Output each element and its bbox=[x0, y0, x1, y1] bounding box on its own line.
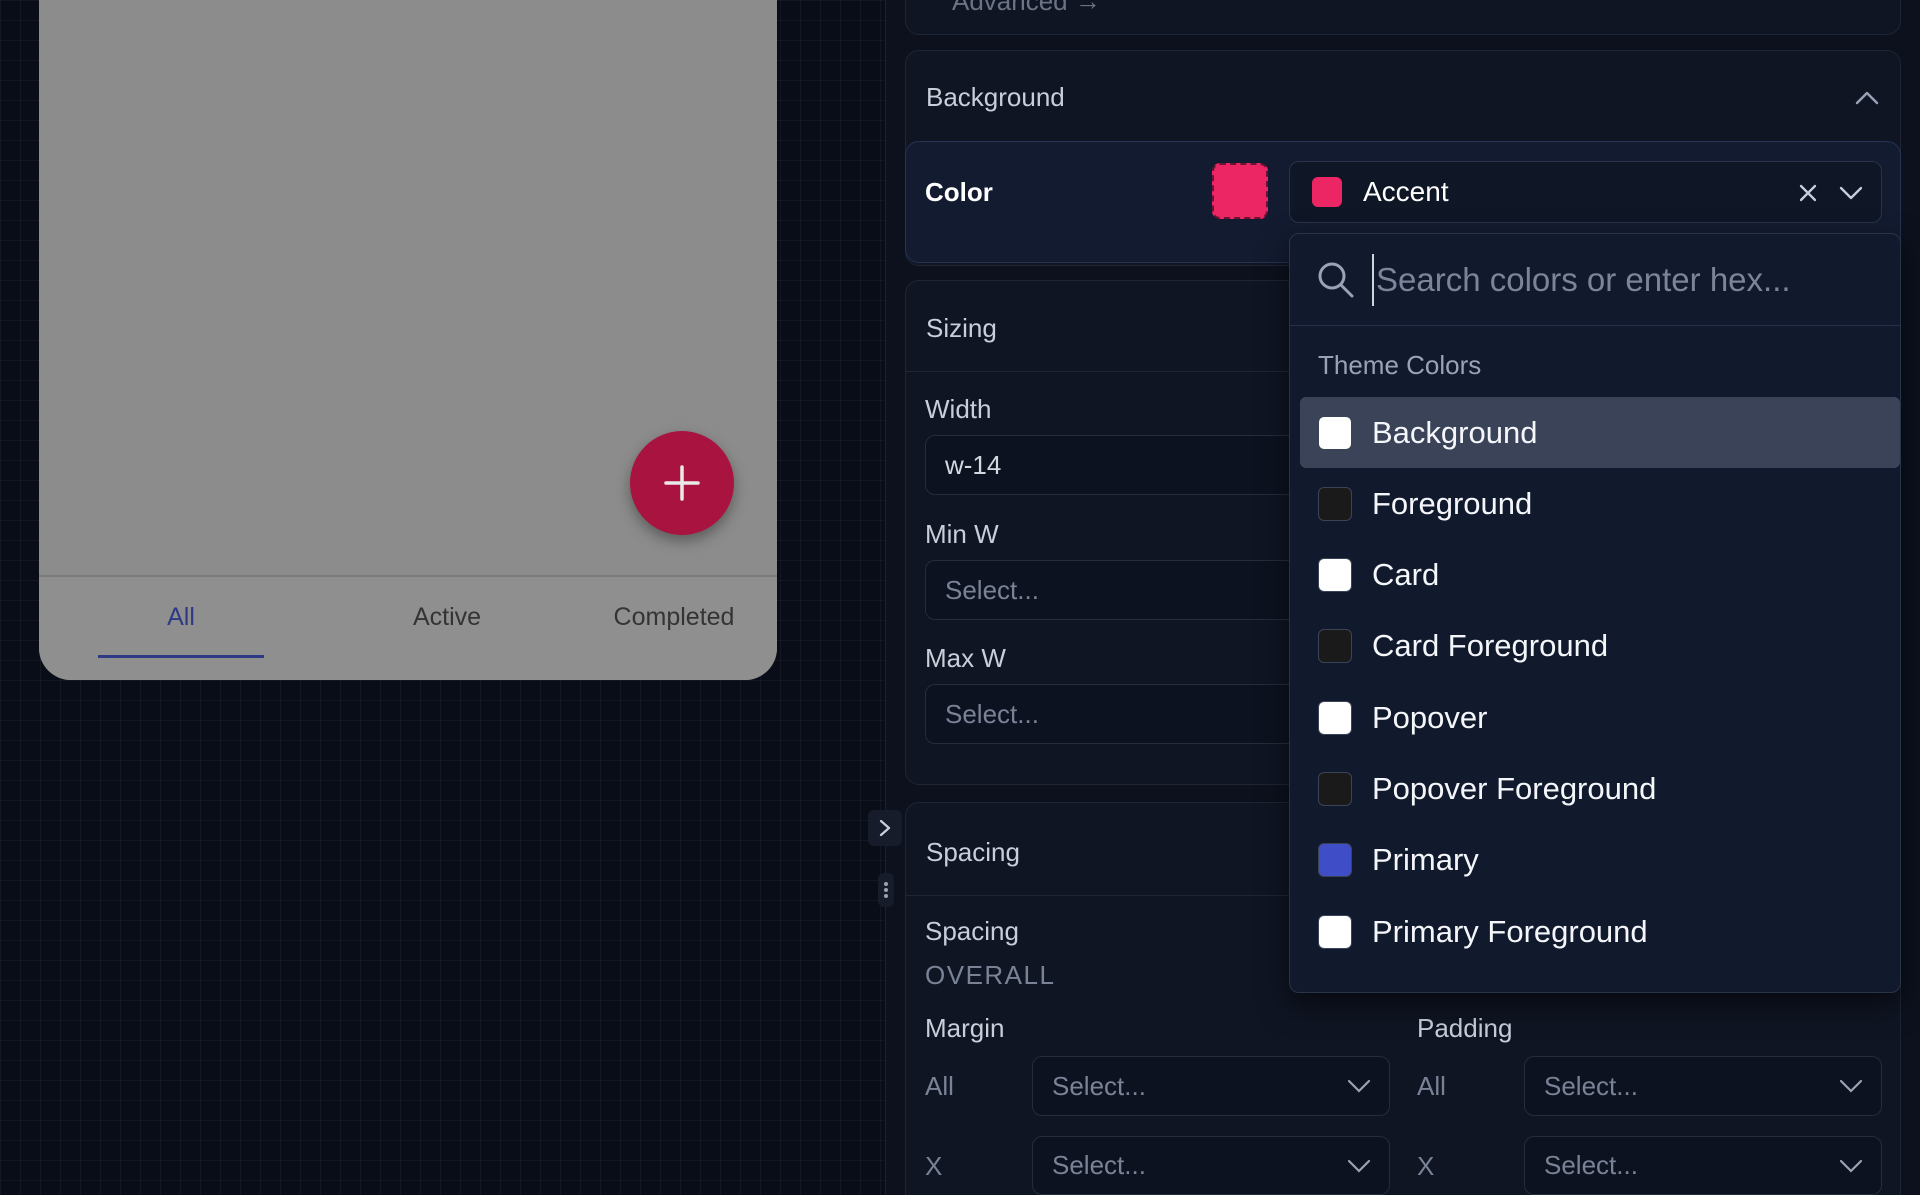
plus-icon bbox=[664, 465, 700, 501]
color-option[interactable]: Background bbox=[1300, 397, 1900, 468]
active-tab-indicator bbox=[98, 655, 264, 658]
color-option-label: Background bbox=[1372, 414, 1538, 450]
chevron-right-icon bbox=[879, 819, 891, 837]
margin-all-select[interactable]: Select... bbox=[1032, 1056, 1390, 1116]
color-option[interactable]: Card Foreground bbox=[1300, 611, 1900, 682]
resize-handle[interactable] bbox=[878, 873, 894, 907]
padding-x-select[interactable]: Select... bbox=[1524, 1136, 1882, 1195]
overall-label: OVERALL bbox=[925, 960, 1056, 990]
color-option[interactable]: Foreground bbox=[1300, 468, 1900, 539]
tab-active[interactable]: Active bbox=[365, 577, 529, 657]
color-option-swatch bbox=[1318, 772, 1352, 806]
color-dropdown: Theme Colors Background Foreground Card Car… bbox=[1289, 233, 1901, 993]
color-option-swatch bbox=[1318, 700, 1352, 735]
max-w-label: Max W bbox=[925, 643, 1006, 673]
color-option[interactable]: Primary Foreground bbox=[1300, 896, 1900, 967]
margin-x-select[interactable]: Select... bbox=[1032, 1136, 1390, 1195]
sizing-section-title[interactable]: Sizing bbox=[926, 313, 997, 344]
color-option-label: Foreground bbox=[1372, 485, 1533, 521]
chevron-down-icon[interactable] bbox=[1838, 185, 1864, 201]
color-option-swatch bbox=[1318, 558, 1352, 593]
tab-all[interactable]: All bbox=[98, 577, 264, 657]
search-icon bbox=[1318, 262, 1354, 298]
color-option-swatch bbox=[1318, 415, 1352, 450]
color-search-bar bbox=[1290, 234, 1900, 326]
advanced-link[interactable]: Advanced → bbox=[952, 0, 1101, 17]
color-option-swatch bbox=[1318, 914, 1352, 949]
color-option-swatch bbox=[1318, 629, 1352, 664]
padding-x-placeholder: Select... bbox=[1544, 1150, 1638, 1180]
theme-colors-heading: Theme Colors bbox=[1318, 350, 1482, 380]
margin-x-placeholder: Select... bbox=[1052, 1150, 1146, 1180]
max-w-select[interactable]: Select... bbox=[925, 684, 1325, 744]
color-option[interactable]: Card bbox=[1300, 540, 1900, 611]
color-option[interactable]: Popover bbox=[1300, 682, 1900, 753]
color-option-label: Primary Foreground bbox=[1372, 913, 1648, 949]
color-option-label: Card bbox=[1372, 557, 1440, 593]
chevron-down-icon bbox=[1347, 1079, 1371, 1093]
tab-completed[interactable]: Completed bbox=[569, 577, 777, 657]
grip-icon bbox=[884, 882, 888, 898]
min-w-label: Min W bbox=[925, 519, 999, 549]
chevron-up-icon[interactable] bbox=[1854, 89, 1880, 107]
margin-all-placeholder: Select... bbox=[1052, 1070, 1146, 1101]
color-option-label: Card Foreground bbox=[1372, 628, 1609, 664]
spacing-section-title[interactable]: Spacing bbox=[926, 837, 1020, 868]
chevron-down-icon bbox=[1839, 1079, 1863, 1093]
color-preview-swatch[interactable] bbox=[1212, 163, 1268, 219]
accent-swatch bbox=[1312, 177, 1342, 207]
chevron-down-icon bbox=[1347, 1159, 1371, 1173]
padding-x-label: X bbox=[1417, 1151, 1435, 1181]
margin-label: Margin bbox=[925, 1013, 1005, 1043]
color-option-swatch bbox=[1318, 843, 1352, 878]
min-w-select[interactable]: Select... bbox=[925, 560, 1325, 620]
background-section-title[interactable]: Background bbox=[926, 82, 1065, 113]
color-option[interactable]: Popover Foreground bbox=[1300, 754, 1900, 825]
add-task-fab[interactable] bbox=[630, 431, 734, 535]
clear-icon[interactable] bbox=[1798, 183, 1818, 203]
color-select[interactable]: Accent bbox=[1289, 161, 1882, 223]
color-option-label: Popover Foreground bbox=[1372, 771, 1657, 806]
tab-bar: All Active Completed bbox=[39, 575, 777, 680]
color-label: Color bbox=[925, 177, 993, 207]
padding-all-select[interactable]: Select... bbox=[1524, 1056, 1882, 1116]
color-option-label: Primary bbox=[1372, 842, 1479, 878]
chevron-down-icon bbox=[1839, 1159, 1863, 1173]
width-input[interactable]: w-14 bbox=[925, 435, 1325, 495]
padding-label: Padding bbox=[1417, 1013, 1513, 1043]
phone-preview: All Active Completed bbox=[39, 0, 777, 680]
collapse-panel-button[interactable] bbox=[868, 810, 902, 846]
margin-all-label: All bbox=[925, 1071, 954, 1101]
padding-all-label: All bbox=[1417, 1071, 1446, 1101]
color-search-input[interactable] bbox=[1372, 254, 1872, 306]
margin-x-label: X bbox=[925, 1151, 943, 1181]
padding-all-placeholder: Select... bbox=[1544, 1070, 1638, 1101]
selected-color-name: Accent bbox=[1363, 176, 1449, 207]
color-option[interactable]: Primary bbox=[1300, 825, 1900, 896]
color-option-swatch bbox=[1318, 486, 1352, 521]
color-option-label: Popover bbox=[1372, 699, 1488, 735]
width-label: Width bbox=[925, 394, 992, 424]
spacing-sub-label: Spacing bbox=[925, 916, 1019, 946]
